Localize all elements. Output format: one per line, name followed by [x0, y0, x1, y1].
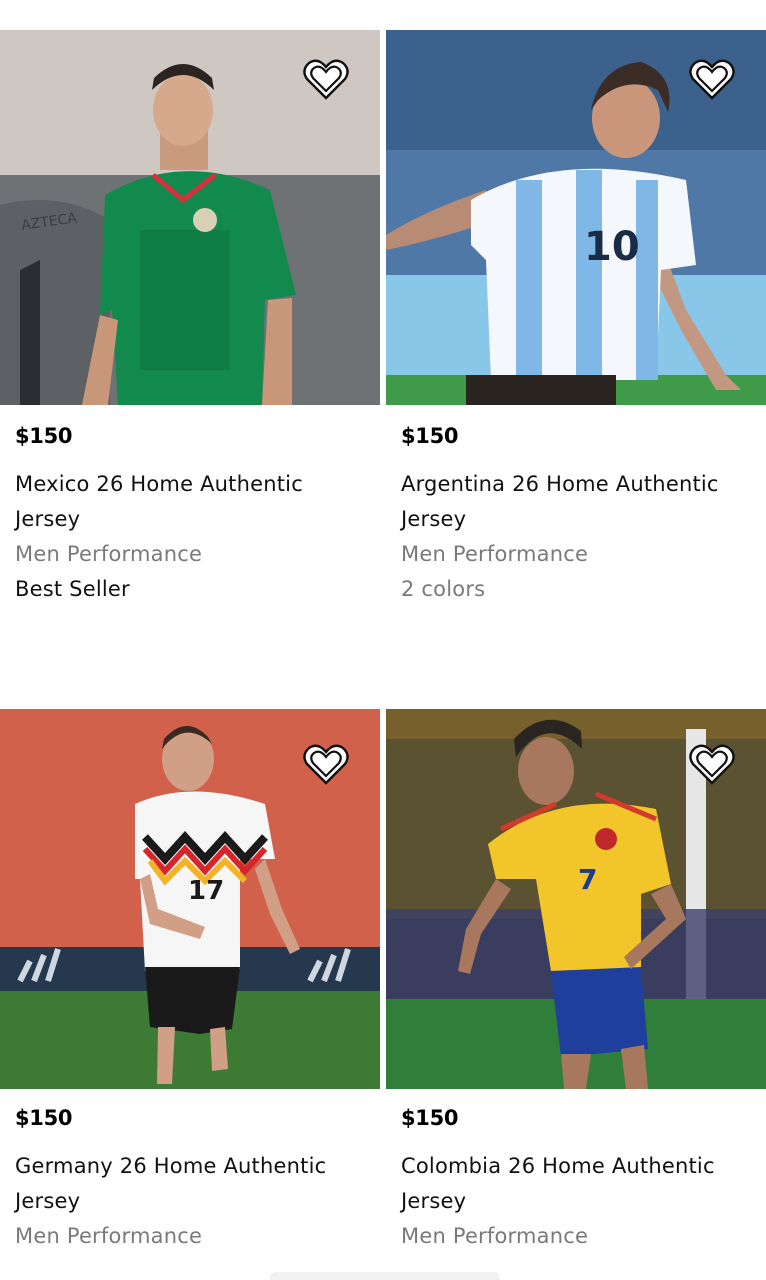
product-image-colombia[interactable]: 7 [386, 709, 766, 1089]
product-grid: AZTECA $150 Mexico 26 Home Authentic Jer… [0, 30, 766, 1269]
product-badge: Best Seller [15, 577, 130, 601]
product-category: Men Performance [15, 1224, 203, 1248]
heart-outline-icon[interactable] [302, 58, 350, 102]
product-name[interactable]: Germany 26 Home Authentic Jersey [15, 1149, 345, 1219]
product-image-argentina[interactable]: 10 [386, 30, 766, 405]
jersey-number: 7 [578, 863, 597, 896]
product-image-mexico[interactable]: AZTECA [0, 30, 380, 405]
product-category: Men Performance [15, 542, 203, 566]
product-category: Men Performance [401, 1224, 589, 1248]
jersey-number: 17 [188, 876, 224, 906]
heart-outline-icon[interactable] [688, 743, 736, 787]
product-category: Men Performance [401, 542, 589, 566]
product-name[interactable]: Colombia 26 Home Authentic Jersey [401, 1149, 731, 1219]
product-image-germany[interactable]: 17 [0, 709, 380, 1089]
product-card-colombia[interactable]: 7 $150 Colombia 26 Home Authentic Jersey… [386, 709, 766, 1269]
product-info: $150 Mexico 26 Home Authentic Jersey Men… [0, 405, 380, 607]
product-card-germany[interactable]: 17 $150 Germany 26 Home Authentic Jersey… [0, 709, 380, 1269]
product-colors: 2 colors [401, 577, 486, 601]
product-name[interactable]: Argentina 26 Home Authentic Jersey [401, 467, 731, 537]
product-price: $150 [15, 424, 73, 448]
product-info: $150 Colombia 26 Home Authentic Jersey M… [386, 1089, 766, 1254]
heart-outline-icon[interactable] [688, 58, 736, 102]
product-card-mexico[interactable]: AZTECA $150 Mexico 26 Home Authentic Jer… [0, 30, 380, 709]
product-card-argentina[interactable]: 10 $150 Argentina 26 Home Authentic Jers… [386, 30, 766, 709]
product-price: $150 [401, 1106, 459, 1130]
product-info: $150 Germany 26 Home Authentic Jersey Me… [0, 1089, 380, 1254]
bottom-sheet-handle [270, 1272, 500, 1280]
product-price: $150 [15, 1106, 73, 1130]
product-info: $150 Argentina 26 Home Authentic Jersey … [386, 405, 766, 607]
heart-outline-icon[interactable] [302, 743, 350, 787]
product-name[interactable]: Mexico 26 Home Authentic Jersey [15, 467, 345, 537]
jersey-number: 10 [584, 224, 640, 270]
product-price: $150 [401, 424, 459, 448]
